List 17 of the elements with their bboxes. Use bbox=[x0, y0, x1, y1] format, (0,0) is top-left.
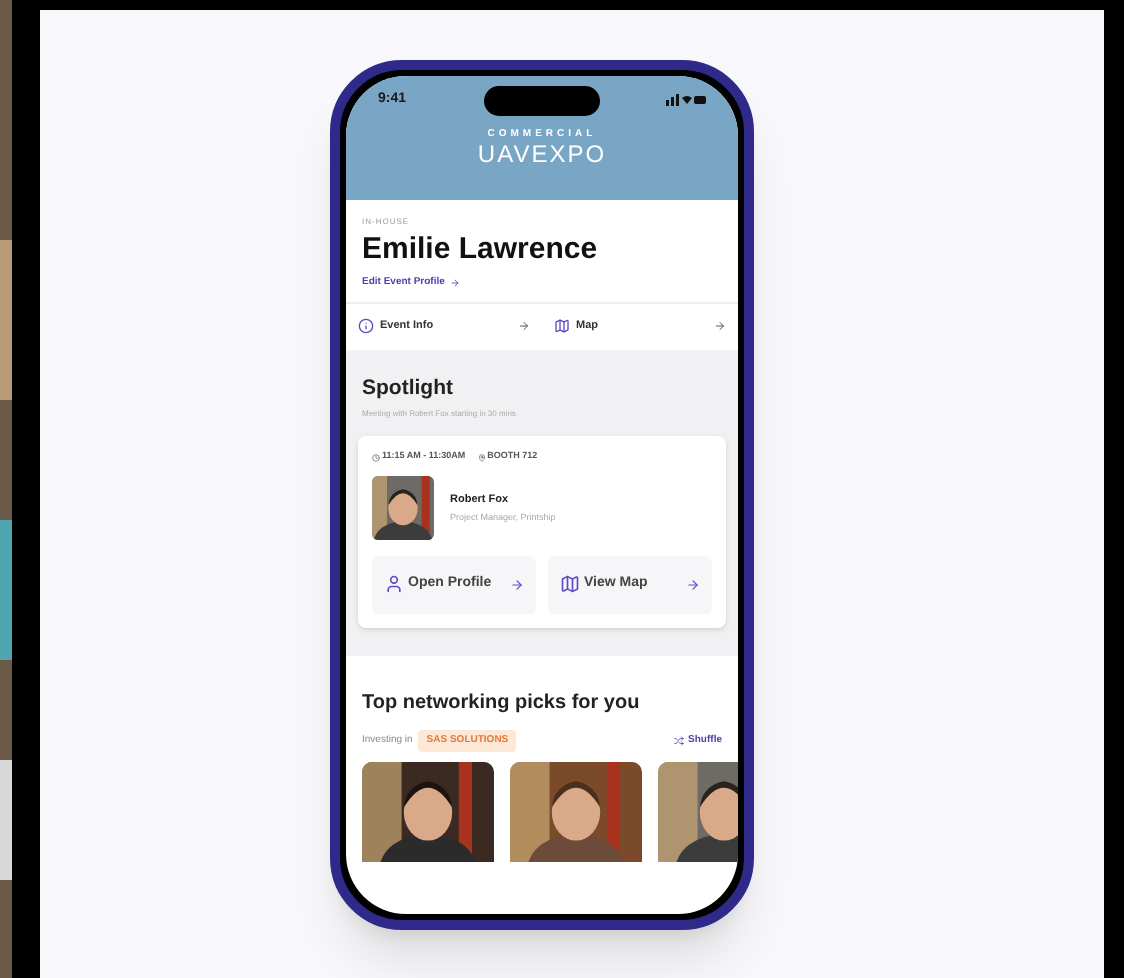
status-icons bbox=[666, 94, 706, 107]
user-icon bbox=[384, 574, 404, 595]
arrow-right-icon bbox=[686, 577, 700, 592]
arrow-right-icon bbox=[518, 320, 530, 333]
clock-icon bbox=[372, 453, 380, 462]
section-title: Spotlight bbox=[360, 373, 455, 403]
camera-notch bbox=[484, 86, 600, 116]
shuffle-icon bbox=[674, 735, 685, 746]
arrow-right-icon bbox=[714, 320, 726, 333]
map-icon bbox=[560, 574, 580, 595]
arrow-right-icon bbox=[450, 278, 461, 288]
map-icon bbox=[554, 318, 570, 335]
info-icon bbox=[358, 318, 374, 335]
profile-name: Emilie Lawrence bbox=[362, 232, 600, 270]
section-title: Top networking picks for you bbox=[362, 689, 642, 717]
arrow-right-icon bbox=[510, 577, 524, 592]
pin-icon bbox=[477, 453, 486, 462]
